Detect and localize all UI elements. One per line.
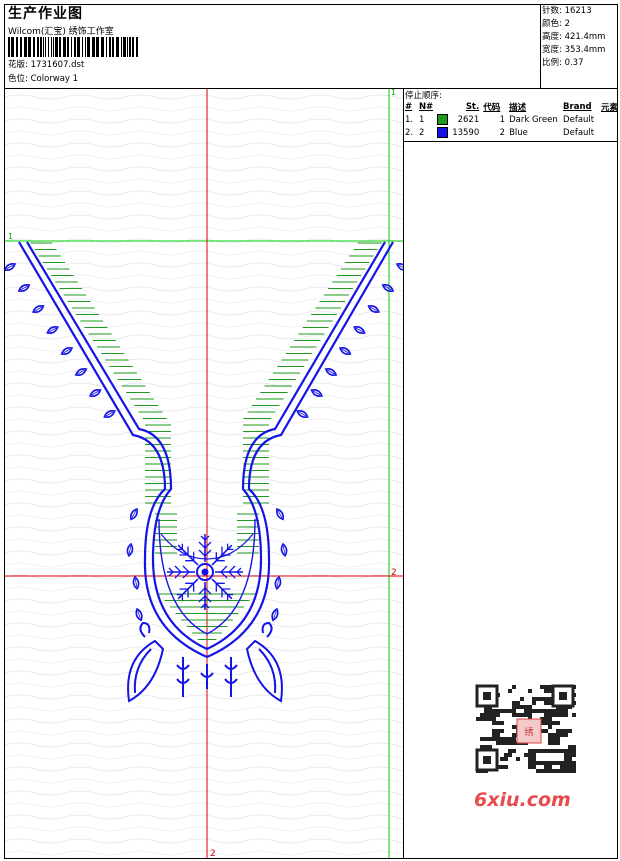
row-stitches: 13590 <box>452 127 480 138</box>
colorway-name: 色位: Colorway 1 <box>8 74 79 84</box>
stop-sequence-title: 停止顺序: <box>405 91 442 101</box>
stitch-count: 针数: 16213 <box>542 6 592 16</box>
panel-divider <box>403 88 404 859</box>
table-row: 1. 1 2621 1 Dark Green Default <box>403 113 620 126</box>
row-description: Dark Green <box>509 114 558 125</box>
col-header: 元素 <box>600 103 618 113</box>
center-flower-motif <box>167 534 243 610</box>
row-index: 2. <box>405 127 414 138</box>
design-file-name: 花版: 1731607.dst <box>8 60 85 70</box>
color-sequence-table: # N# St. 代码 描述 Brand 元素 1. 1 2621 1 Dark… <box>403 101 620 139</box>
row-code: 2 <box>499 127 506 138</box>
marker-start-right: 1 <box>391 89 396 97</box>
row-index: 1. <box>405 114 414 125</box>
fabric-texture <box>5 89 403 858</box>
design-scale: 比例: 0.37 <box>542 58 584 68</box>
color-count: 颜色: 2 <box>542 19 570 29</box>
table-row: 2. 2 13590 2 Blue Default <box>403 126 620 139</box>
studio-name: Wilcom(汇宝) 绣饰工作室 <box>8 27 114 37</box>
page-title: 生产作业图 <box>8 6 83 22</box>
marker-end: 2 <box>210 849 216 858</box>
colors-table-bottom <box>403 141 618 142</box>
color-swatch <box>437 114 449 125</box>
row-brand: Default <box>563 127 595 138</box>
specs-divider <box>540 4 541 88</box>
spec-block: 针数: 16213 颜色: 2 高度: 421.4mm 宽度: 353.4mm … <box>542 5 605 70</box>
color-swatch <box>437 127 449 138</box>
col-header: 代码 <box>483 103 501 113</box>
col-header: N# <box>418 102 434 112</box>
row-stitches: 2621 <box>457 114 480 125</box>
svg-text:绣: 绣 <box>524 726 533 738</box>
marker-start-left: 1 <box>8 232 13 241</box>
row-code: 1 <box>499 114 506 125</box>
row-needle: 2 <box>418 127 425 138</box>
col-header <box>435 101 450 113</box>
row-description: Blue <box>509 127 528 138</box>
col-header: 描述 <box>509 103 527 113</box>
design-width: 宽度: 353.4mm <box>542 45 606 55</box>
embroidery-design-preview: 1 1 2 2 <box>5 89 403 858</box>
col-header: St. <box>465 102 480 112</box>
marker-color-change: 2 <box>391 568 397 578</box>
design-height: 高度: 421.4mm <box>542 32 606 42</box>
row-brand: Default <box>563 114 595 125</box>
qr-code: 绣 <box>470 679 584 779</box>
row-needle: 1 <box>418 114 425 125</box>
watermark-logo: 6xiu.com <box>474 789 571 811</box>
barcode <box>8 37 138 57</box>
col-header: # <box>405 102 413 112</box>
col-header: Brand <box>563 102 592 112</box>
